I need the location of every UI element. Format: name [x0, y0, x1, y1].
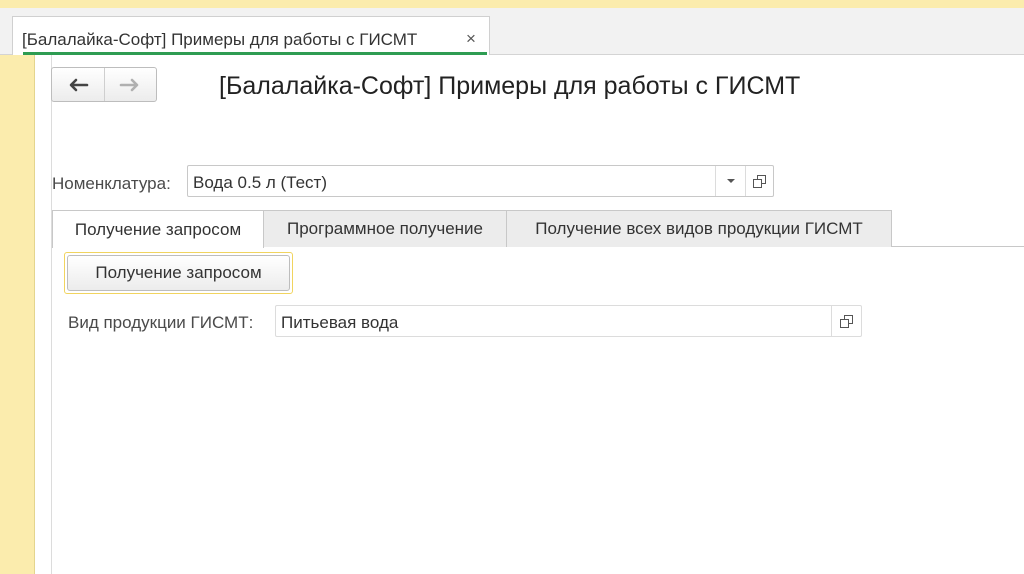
nomenclature-field[interactable]: Вода 0.5 л (Тест) — [187, 165, 774, 197]
tab-all-product-types[interactable]: Получение всех видов продукции ГИСМТ — [506, 210, 892, 247]
top-strip — [0, 0, 1024, 8]
tab-request-retrieval[interactable]: Получение запросом — [52, 210, 264, 248]
arrow-right-icon — [119, 78, 139, 91]
window-tab-bar: [Балалайка-Софт] Примеры для работы с ГИ… — [0, 8, 1024, 55]
open-in-window-icon — [840, 314, 853, 328]
product-type-value[interactable]: Питьевая вода — [281, 313, 398, 333]
nomenclature-label: Номенклатура: — [52, 174, 171, 193]
product-type-open-button[interactable] — [831, 306, 861, 336]
content-border — [51, 55, 52, 574]
forward-button[interactable] — [103, 68, 157, 101]
nomenclature-dropdown-button[interactable] — [715, 166, 745, 196]
product-type-field[interactable]: Питьевая вода — [275, 305, 862, 337]
form-content: [Балалайка-Софт] Примеры для работы с ГИ… — [35, 55, 1024, 574]
close-icon[interactable]: × — [466, 29, 476, 49]
arrow-left-icon — [69, 78, 89, 91]
left-side-panel — [0, 55, 35, 574]
window-tab[interactable]: [Балалайка-Софт] Примеры для работы с ГИ… — [12, 16, 490, 55]
default-button-highlight: Получение запросом — [64, 252, 293, 294]
form-tabs: Получение запросом Программное получение… — [52, 210, 1024, 248]
navigation-buttons — [51, 67, 157, 102]
open-in-window-icon — [753, 174, 766, 188]
window-tab-title[interactable]: [Балалайка-Софт] Примеры для работы с ГИ… — [22, 30, 417, 50]
page-title: [Балалайка-Софт] Примеры для работы с ГИ… — [219, 72, 801, 100]
request-retrieval-button[interactable]: Получение запросом — [67, 255, 290, 291]
nomenclature-value[interactable]: Вода 0.5 л (Тест) — [193, 173, 327, 193]
chevron-down-icon — [726, 179, 735, 183]
tab-programmatic-retrieval[interactable]: Программное получение — [263, 210, 507, 247]
nomenclature-open-button[interactable] — [745, 166, 773, 196]
back-button[interactable] — [52, 68, 104, 101]
product-type-label: Вид продукции ГИСМТ: — [68, 313, 254, 332]
